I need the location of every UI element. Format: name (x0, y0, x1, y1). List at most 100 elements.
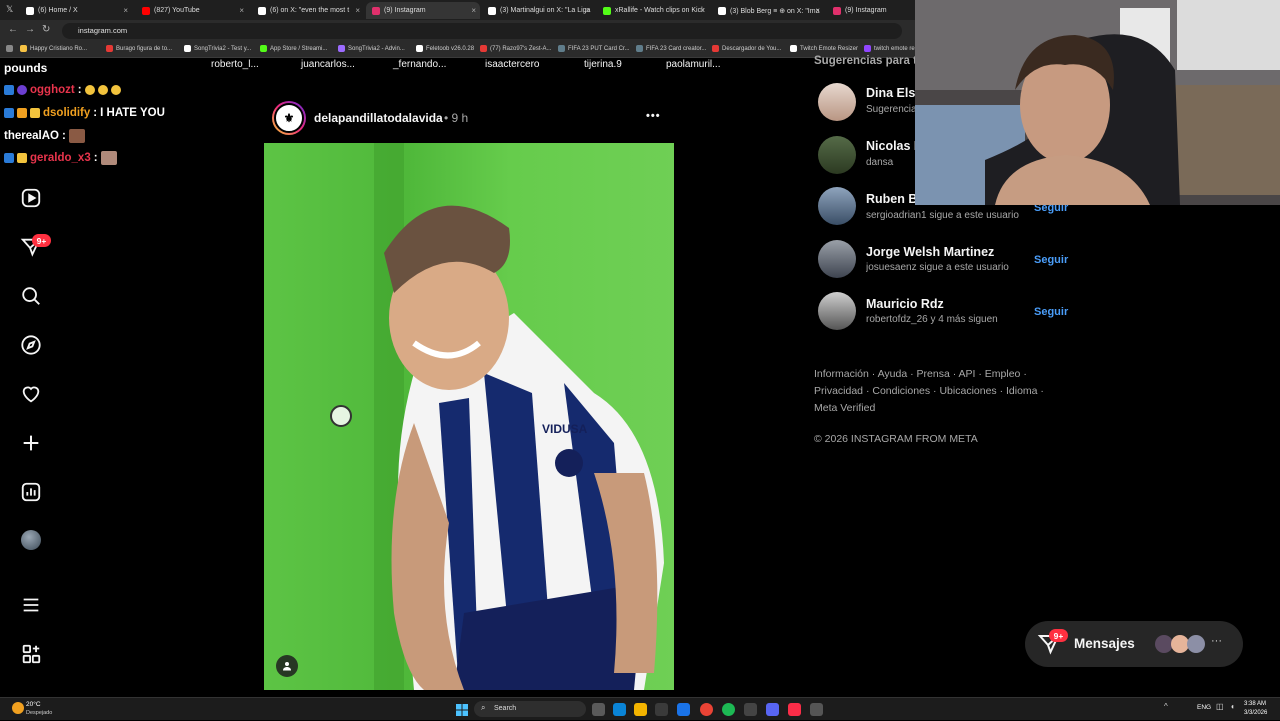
bookmark-item[interactable]: Twitch Emote Resizer (790, 45, 858, 52)
browser-tab[interactable]: (6) on X: "even the most t × (252, 2, 364, 19)
volume-icon[interactable]: ◖ (1230, 702, 1235, 711)
network-icon[interactable]: ◫ (1216, 702, 1224, 711)
story-username[interactable]: roberto_l... (211, 59, 259, 70)
watermark-crest-icon (330, 405, 352, 427)
suggestion-avatar[interactable] (818, 136, 856, 174)
close-tab-icon[interactable]: × (239, 6, 244, 15)
music-icon[interactable] (788, 703, 801, 716)
browser-tab[interactable]: (827) YouTube × (136, 2, 248, 19)
windows-start-icon[interactable] (456, 703, 468, 716)
post-author-avatar[interactable]: ⚜ (272, 101, 306, 135)
edge-icon[interactable] (613, 703, 626, 716)
bookmark-item[interactable]: App Store / Streami... (260, 45, 327, 52)
app-icon[interactable] (744, 703, 757, 716)
messages-button[interactable]: 9+ Mensajes ··· (1025, 621, 1243, 667)
chrome-icon[interactable] (700, 703, 713, 716)
story-username[interactable]: _fernando... (393, 59, 446, 70)
story-username[interactable]: paolamuril... (666, 59, 720, 70)
browser-tab[interactable]: (6) Home / X × (20, 2, 132, 19)
language-indicator[interactable]: ENG (1197, 704, 1211, 711)
spotify-icon[interactable] (722, 703, 735, 716)
post-more-options[interactable]: ••• (646, 110, 661, 122)
post-image[interactable]: VIDUSA (264, 143, 674, 690)
bookmark-item[interactable]: Descargador de You... (712, 45, 781, 52)
post-time: • 9 h (444, 111, 469, 125)
messages-count-badge: 9+ (1049, 629, 1068, 642)
story-username[interactable]: isaactercero (485, 59, 539, 70)
story-username[interactable]: tijerina.9 (584, 59, 622, 70)
suggestion-avatar[interactable] (818, 83, 856, 121)
footer-copyright: © 2026 INSTAGRAM FROM META (814, 433, 978, 445)
suggestion-avatar[interactable] (818, 292, 856, 330)
browser-tab-active[interactable]: (9) Instagram × (366, 2, 480, 19)
clock-time[interactable]: 3:38 AM (1244, 701, 1266, 707)
bookmark-item[interactable]: (77) Razo97's Zest-A... (480, 45, 552, 52)
suggestion-name[interactable]: Jorge Welsh Martinez (866, 245, 994, 259)
suggestion-name[interactable]: Nicolas F (866, 139, 922, 153)
close-tab-icon[interactable]: × (700, 6, 705, 15)
forward-icon[interactable]: → (25, 24, 35, 35)
story-username[interactable]: juancarlos... (301, 59, 355, 70)
task-view-icon[interactable] (592, 703, 605, 716)
profile-avatar[interactable] (21, 530, 41, 550)
insights-icon[interactable] (19, 480, 43, 504)
close-tab-icon[interactable]: × (471, 6, 476, 15)
suggestion-name[interactable]: Mauricio Rdz (866, 297, 944, 311)
app-icon[interactable] (810, 703, 823, 716)
reload-icon[interactable]: ↻ (42, 24, 50, 35)
weather-icon[interactable] (12, 702, 24, 714)
browser-tab[interactable]: (9) Instagram (827, 2, 915, 19)
explore-icon[interactable] (19, 333, 43, 357)
bookmark-item[interactable]: twitch emote re... (864, 45, 920, 52)
taskbar: 20°C Despejado ⌕ Search ^ ENG ◫ ◖ 3:38 A… (0, 697, 1280, 720)
close-tab-icon[interactable]: × (815, 6, 820, 15)
apps-grid-icon[interactable] (6, 45, 13, 52)
search-icon[interactable] (19, 284, 43, 308)
tagged-users-icon[interactable] (276, 655, 298, 677)
post-username[interactable]: delapandillatodalavida (314, 111, 443, 125)
heart-icon[interactable] (19, 382, 43, 406)
emote-icon (100, 151, 117, 165)
browser-tab[interactable]: xRallife - Watch clips on Kick × (597, 2, 709, 19)
chat-message: geraldo_x3 : (4, 151, 117, 165)
browser-tab[interactable]: (3) Martinalgui on X: "La Liga × (482, 2, 594, 19)
tray-chevron-icon[interactable]: ^ (1164, 702, 1168, 711)
close-tab-icon[interactable]: × (123, 6, 128, 15)
bookmark-item[interactable]: Feletoob v26.0.28 (416, 45, 474, 52)
browser-tab[interactable]: (3) Blob Berg ≡ ⊕ on X: "Ima × (712, 2, 824, 19)
file-explorer-icon[interactable] (634, 703, 647, 716)
footer-links[interactable]: Privacidad · Condiciones · Ubicaciones ·… (814, 385, 1044, 397)
suggestion-avatar[interactable] (818, 240, 856, 278)
follow-button[interactable]: Seguir (1034, 254, 1068, 266)
footer-links[interactable]: Meta Verified (814, 402, 875, 414)
x-icon[interactable]: 𝕏 (6, 4, 13, 15)
badge-icon (30, 108, 40, 118)
bookmark-item[interactable]: Happy Cristiano Ro... (20, 45, 87, 52)
bookmark-item[interactable]: FIFA 23 Card creator... (636, 45, 706, 52)
bookmark-item[interactable]: FIFA 23 PUT Card Cr... (558, 45, 630, 52)
chat-header: pounds (4, 61, 48, 75)
close-tab-icon[interactable]: × (355, 6, 360, 15)
back-icon[interactable]: ← (8, 24, 18, 35)
create-icon[interactable] (19, 431, 43, 455)
footer-links[interactable]: Información · Ayuda · Prensa · API · Emp… (814, 368, 1027, 380)
suggestion-avatar[interactable] (818, 187, 856, 225)
clock-date[interactable]: 3/3/2026 (1244, 710, 1267, 716)
bookmark-item[interactable]: SongTrivia2 - Test y... (184, 45, 251, 52)
weather-desc: Despejado (26, 710, 53, 716)
store-icon[interactable] (655, 703, 668, 716)
suggestion-name[interactable]: Ruben B (866, 192, 917, 206)
bookmark-item[interactable]: Burago figura de to... (106, 45, 172, 52)
menu-icon[interactable] (19, 593, 43, 617)
close-tab-icon[interactable]: × (585, 6, 590, 15)
taskbar-search[interactable]: ⌕ Search (474, 701, 586, 717)
reels-icon[interactable] (19, 186, 43, 210)
url-input[interactable]: instagram.com (62, 23, 902, 39)
discord-icon[interactable] (766, 703, 779, 716)
bookmark-icon (864, 45, 871, 52)
bookmark-item[interactable]: SongTrivia2 - Advin... (338, 45, 405, 52)
follow-button[interactable]: Seguir (1034, 306, 1068, 318)
chat-text: I HATE YOU (100, 107, 165, 119)
mail-icon[interactable] (677, 703, 690, 716)
apps-icon[interactable] (19, 642, 43, 666)
